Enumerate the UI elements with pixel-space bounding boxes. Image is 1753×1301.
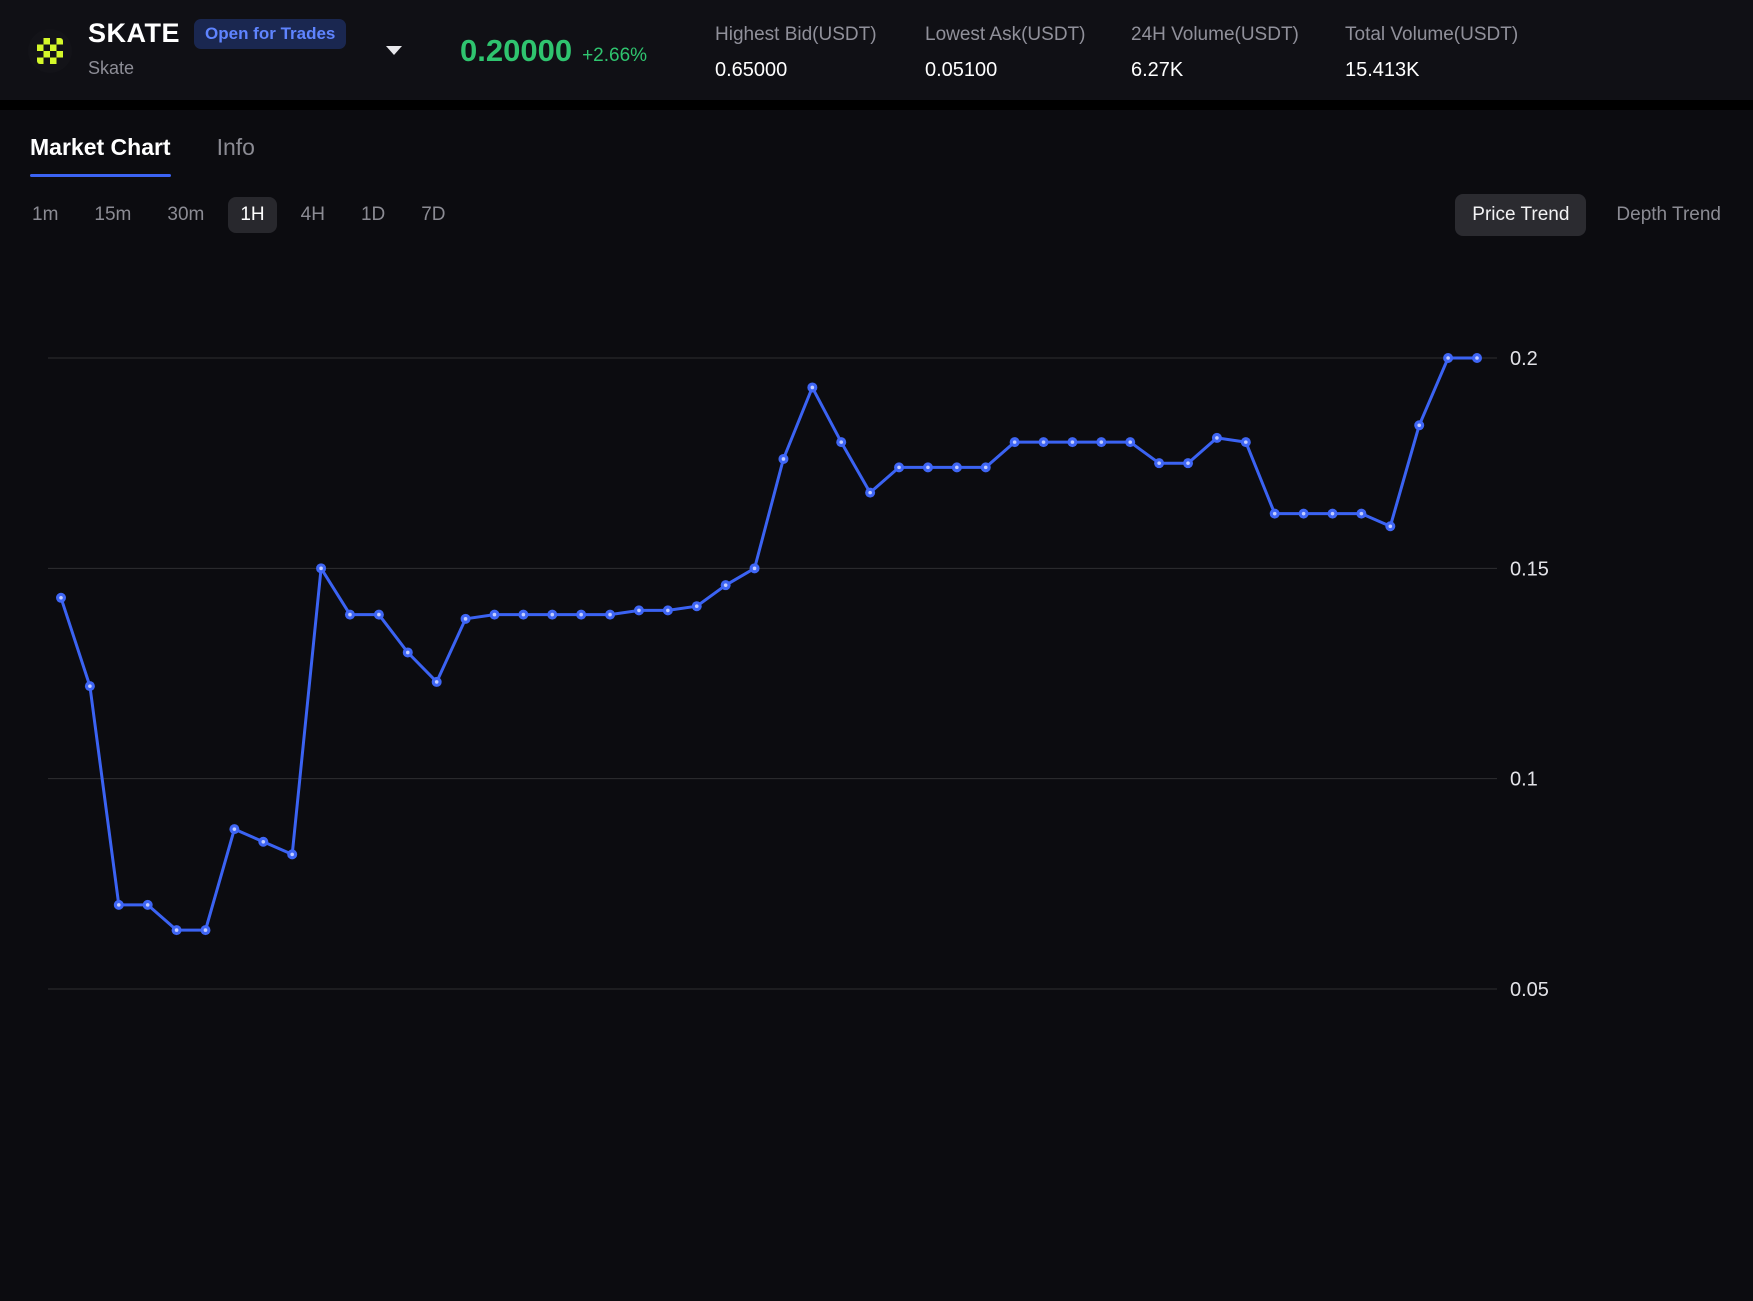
token-title-block: SKATE Open for Trades Skate	[88, 18, 346, 79]
price-trend-button[interactable]: Price Trend	[1455, 194, 1586, 236]
stat-highest-bid: Highest Bid(USDT) 0.65000	[715, 24, 877, 82]
token-symbol: SKATE	[88, 18, 180, 49]
svg-text:0.1: 0.1	[1510, 769, 1538, 791]
stat-label: Lowest Ask(USDT)	[925, 24, 1085, 46]
stat-lowest-ask: Lowest Ask(USDT) 0.05100	[925, 24, 1085, 82]
svg-text:0.05: 0.05	[1510, 979, 1549, 1001]
trade-status-badge: Open for Trades	[194, 19, 346, 49]
tab-market-chart[interactable]: Market Chart	[30, 134, 171, 177]
stat-label: 24H Volume(USDT)	[1131, 24, 1299, 46]
market-dropdown-caret-icon[interactable]	[386, 46, 402, 55]
stat-value: 6.27K	[1131, 59, 1299, 82]
price-block: 0.20000 +2.66%	[460, 33, 647, 69]
stat-24h-volume: 24H Volume(USDT) 6.27K	[1131, 24, 1299, 82]
market-chart-panel: Market Chart Info 1m 15m 30m 1H 4H 1D 7D…	[0, 110, 1753, 1052]
tab-info[interactable]: Info	[217, 134, 255, 161]
price-trend-line-chart: 0.2 0.15 0.1 0.05	[0, 242, 1753, 1052]
timeframe-7d[interactable]: 7D	[421, 204, 445, 226]
price-change-percent: +2.66%	[582, 45, 647, 67]
timeframe-1d[interactable]: 1D	[361, 204, 385, 226]
svg-text:0.15: 0.15	[1510, 558, 1549, 580]
timeframe-1h[interactable]: 1H	[228, 197, 276, 233]
last-price: 0.20000	[460, 33, 572, 69]
stat-label: Total Volume(USDT)	[1345, 24, 1518, 46]
stat-value: 0.65000	[715, 59, 877, 82]
chart-tabs: Market Chart Info	[0, 110, 1753, 177]
stat-total-volume: Total Volume(USDT) 15.413K	[1345, 24, 1518, 82]
depth-trend-button[interactable]: Depth Trend	[1616, 204, 1721, 226]
stat-label: Highest Bid(USDT)	[715, 24, 877, 46]
svg-text:0.2: 0.2	[1510, 348, 1538, 370]
chart-controls: 1m 15m 30m 1H 4H 1D 7D Price Trend Depth…	[0, 194, 1753, 236]
timeframe-30m[interactable]: 30m	[167, 204, 204, 226]
checker-pattern-icon	[37, 38, 63, 64]
stat-value: 0.05100	[925, 59, 1085, 82]
token-logo-icon	[28, 29, 72, 73]
market-header: SKATE Open for Trades Skate 0.20000 +2.6…	[0, 0, 1753, 100]
stat-value: 15.413K	[1345, 59, 1518, 82]
token-name: Skate	[88, 58, 346, 79]
timeframe-15m[interactable]: 15m	[94, 204, 131, 226]
timeframe-selector: 1m 15m 30m 1H 4H 1D 7D	[32, 197, 446, 233]
trend-toggle: Price Trend Depth Trend	[1455, 194, 1721, 236]
timeframe-1m[interactable]: 1m	[32, 204, 58, 226]
header-divider	[0, 100, 1753, 110]
timeframe-4h[interactable]: 4H	[301, 204, 325, 226]
